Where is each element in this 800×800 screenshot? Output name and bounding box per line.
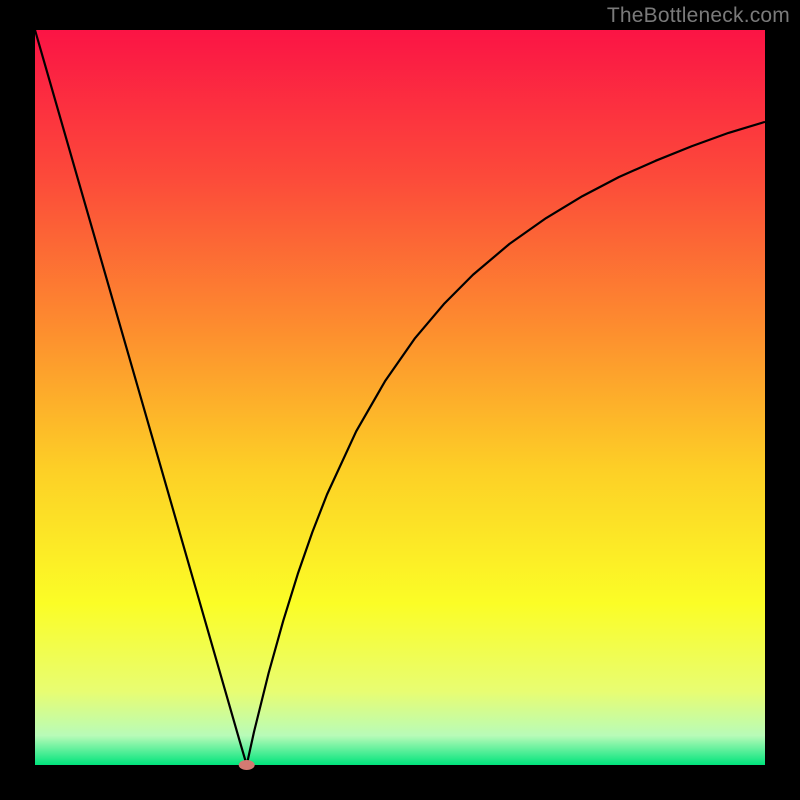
- plot-background: [35, 30, 765, 765]
- bottleneck-chart: [0, 0, 800, 800]
- watermark-label: TheBottleneck.com: [607, 4, 790, 28]
- chart-frame: TheBottleneck.com: [0, 0, 800, 800]
- cusp-marker: [239, 760, 255, 770]
